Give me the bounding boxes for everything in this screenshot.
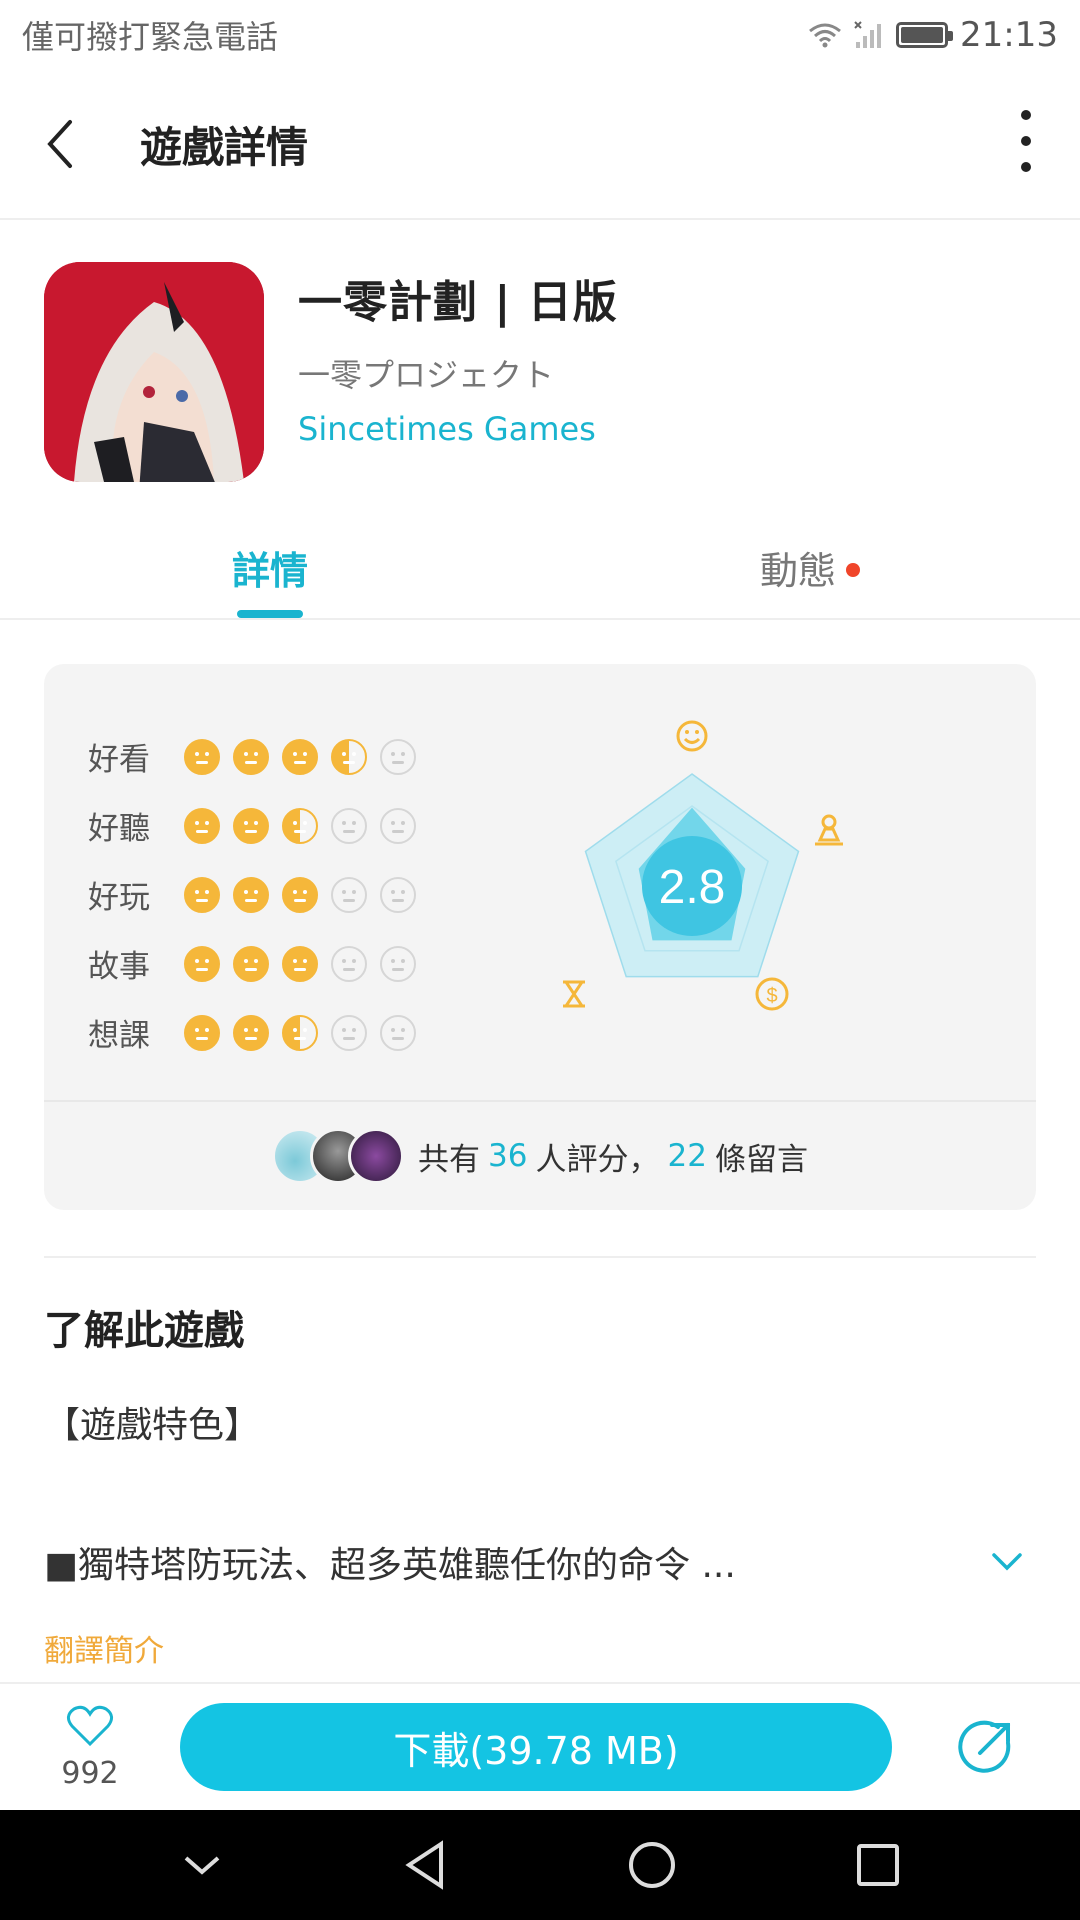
- rating-face-icon: [380, 807, 416, 844]
- feature-heading: 【遊戲特色】: [44, 1405, 261, 1446]
- rating-summary[interactable]: 共有 36 人評分， 22 條留言: [44, 1100, 1036, 1210]
- rating-row: 好看: [88, 722, 429, 791]
- translate-link[interactable]: 翻譯簡介: [44, 1626, 1080, 1670]
- rating-face-icon: [380, 738, 416, 775]
- hourglass-icon: [563, 980, 585, 1008]
- comment-count: 22: [667, 1138, 707, 1174]
- rating-face-icon: [233, 738, 269, 775]
- chevron-down-icon[interactable]: [990, 1551, 1024, 1573]
- clock: 21:13: [960, 15, 1058, 55]
- signal-icon: [854, 21, 882, 48]
- app-name: 一零計劃 | 日版: [298, 277, 618, 328]
- rating-face-icon: [184, 945, 220, 982]
- rating-face-icon: [233, 807, 269, 844]
- rating-face-icon: [233, 876, 269, 913]
- rating-face-icon: [380, 1014, 416, 1051]
- rating-card[interactable]: 好看好聽好玩故事想課 2.8 $ 共有 36 人評分， 22 條留言: [44, 664, 1036, 1210]
- rating-label: 好看: [88, 742, 150, 778]
- reviewer-avatars: [272, 1128, 405, 1184]
- rating-row: 故事: [88, 929, 429, 998]
- download-button[interactable]: 下載(39.78 MB): [180, 1703, 892, 1791]
- rating-face-icon: [184, 738, 220, 775]
- battery-icon: [896, 22, 954, 48]
- nav-back-icon[interactable]: [403, 1840, 447, 1890]
- heart-icon: [67, 1705, 113, 1746]
- notification-dot: [846, 562, 860, 577]
- rating-label: 好玩: [88, 880, 150, 916]
- about-title: 了解此遊戲: [44, 1308, 244, 1354]
- description-preview[interactable]: ■獨特塔防玩法、超多英雄聽任你的命令 ...: [44, 1536, 1024, 1588]
- rating-label: 想課: [88, 1018, 150, 1054]
- back-arrow-icon[interactable]: [40, 114, 80, 174]
- rating-face-icon: [184, 876, 220, 913]
- nav-home-icon[interactable]: [627, 1840, 677, 1890]
- nav-hide-icon[interactable]: [180, 1850, 224, 1880]
- overall-score: 2.8: [659, 861, 726, 914]
- rating-rows: 好看好聽好玩故事想課: [88, 722, 429, 1067]
- rating-face-icon: [184, 1014, 220, 1051]
- rating-row: 想課: [88, 998, 429, 1067]
- avatar: [348, 1128, 405, 1184]
- divider: [44, 1256, 1036, 1258]
- top-app-bar: 遊戲詳情: [0, 70, 1080, 220]
- rating-face-icon: [331, 807, 367, 844]
- page-title: 遊戲詳情: [140, 122, 309, 172]
- character-icon: [815, 814, 843, 846]
- smile-icon: [676, 720, 708, 752]
- rating-label: 故事: [88, 949, 150, 985]
- like-count: 992: [61, 1755, 119, 1791]
- rating-face-icon: [380, 876, 416, 913]
- share-icon: [958, 1720, 1011, 1773]
- bottom-action-bar: 992 下載(39.78 MB): [0, 1682, 1080, 1810]
- share-button[interactable]: [892, 1719, 1080, 1775]
- rating-face-icon: [282, 1014, 318, 1051]
- rating-face-icon: [233, 1014, 269, 1051]
- wifi-icon: [809, 23, 841, 48]
- app-subtitle: 一零プロジェクト: [298, 356, 555, 394]
- rating-face-icon: [282, 876, 318, 913]
- status-bar: 僅可撥打緊急電話 21:13: [0, 0, 1080, 70]
- money-icon: $: [755, 977, 789, 1011]
- rater-count: 36: [488, 1138, 528, 1174]
- tab-details[interactable]: 詳情: [0, 520, 540, 618]
- rating-label: 好聽: [88, 811, 150, 847]
- system-nav-bar: [0, 1810, 1080, 1920]
- rating-face-icon: [282, 807, 318, 844]
- rating-face-icon: [184, 807, 220, 844]
- svg-text:$: $: [766, 985, 777, 1007]
- nav-recents-icon[interactable]: [856, 1843, 900, 1887]
- app-icon: [44, 262, 264, 482]
- tab-bar: 詳情 動態: [0, 520, 1080, 620]
- app-header: 一零計劃 | 日版 一零プロジェクト Sincetimes Games: [0, 220, 1080, 520]
- rating-face-icon: [282, 945, 318, 982]
- tab-updates[interactable]: 動態: [540, 520, 1080, 618]
- rating-face-icon: [331, 1014, 367, 1051]
- carrier-text: 僅可撥打緊急電話: [22, 18, 279, 56]
- rating-face-icon: [331, 945, 367, 982]
- rating-face-icon: [331, 738, 367, 775]
- rating-face-icon: [233, 945, 269, 982]
- developer-link[interactable]: Sincetimes Games: [298, 410, 618, 448]
- more-options-icon[interactable]: [1016, 110, 1036, 172]
- favorite-button[interactable]: 992: [0, 1704, 180, 1791]
- rating-face-icon: [380, 945, 416, 982]
- rating-face-icon: [331, 876, 367, 913]
- radar-chart: 2.8 $: [563, 720, 843, 1011]
- rating-face-icon: [282, 738, 318, 775]
- rating-row: 好玩: [88, 860, 429, 929]
- rating-row: 好聽: [88, 791, 429, 860]
